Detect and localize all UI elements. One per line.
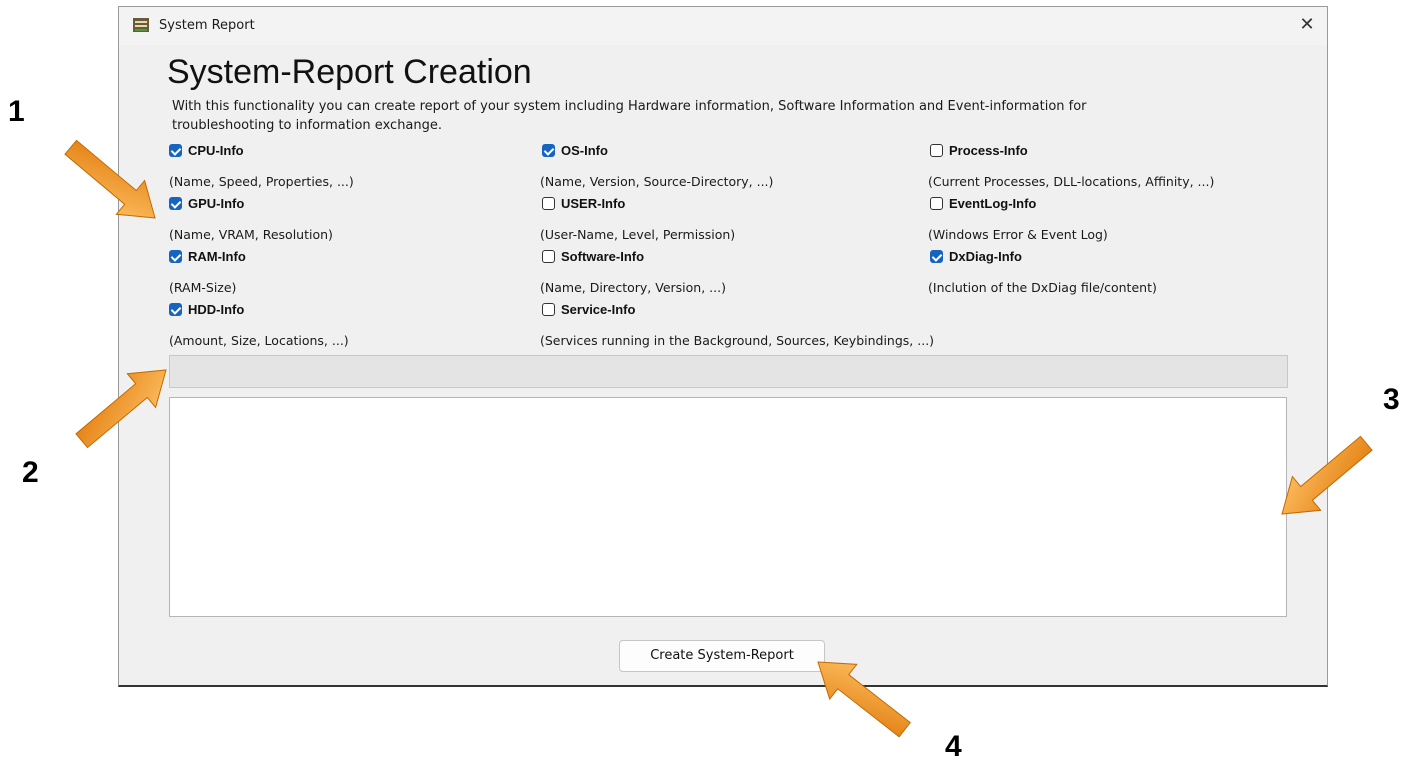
- callout-arrows: [64, 139, 1373, 738]
- arrow-2-icon: [75, 369, 167, 449]
- arrow-4-icon: [817, 661, 911, 738]
- arrow-1-icon: [64, 139, 156, 219]
- arrow-3-icon: [1281, 435, 1373, 515]
